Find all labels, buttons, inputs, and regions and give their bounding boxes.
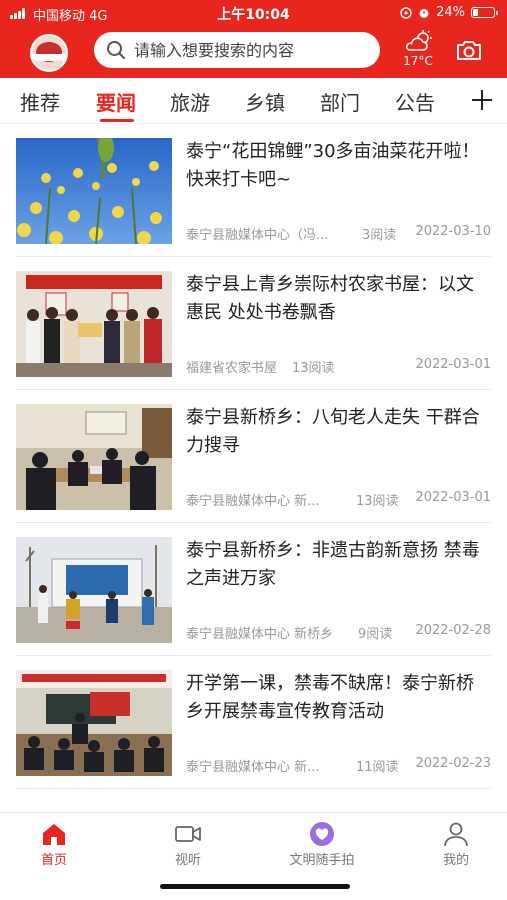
tab-recommended[interactable]: 推荐 (20, 87, 60, 116)
article-date: 2022-03-10 (415, 224, 491, 239)
article-title[interactable]: 泰宁“花田锦鲤”30多亩油菜花开啦！快来打卡吧~ (186, 138, 491, 194)
divider (16, 788, 491, 789)
orientation-lock-icon (400, 6, 412, 19)
search-input[interactable] (134, 40, 374, 60)
nav-home-label: 首页 (40, 853, 67, 868)
battery-icon (471, 7, 498, 18)
article-title[interactable]: 泰宁县上青乡崇际村农家书屋：以文惠民 处处书卷飘香 (186, 271, 491, 327)
nav-snapshot-label: 文明随手拍 (289, 853, 355, 868)
video-camera-icon (175, 826, 201, 842)
weather-widget[interactable]: 17°C (398, 30, 438, 70)
article-reads: 3阅读 (362, 228, 397, 243)
tab-towns[interactable]: 乡镇 (245, 87, 285, 116)
add-tab-icon[interactable] (468, 86, 496, 114)
article-title[interactable]: 泰宁县新桥乡：八旬老人走失 干群合力搜寻 (186, 404, 491, 460)
home-indicator[interactable] (160, 884, 350, 889)
news-item[interactable]: 泰宁“花田锦鲤”30多亩油菜花开啦！快来打卡吧~ 泰宁县融媒体中心（冯... 3… (0, 124, 507, 257)
alarm-icon (419, 8, 429, 18)
heart-hand-icon (310, 822, 334, 846)
article-title[interactable]: 泰宁县新桥乡：非遗古韵新意扬 禁毒之声进万家 (186, 537, 491, 593)
app-logo[interactable] (30, 34, 68, 72)
article-thumbnail (16, 404, 172, 510)
battery-percent: 24% (436, 5, 465, 20)
nav-profile[interactable]: 我的 (406, 821, 506, 868)
news-item[interactable]: 泰宁县新桥乡：八旬老人走失 干群合力搜寻 泰宁县融媒体中心 新... 13阅读 … (0, 390, 507, 523)
nav-snapshot[interactable]: 文明随手拍 (272, 821, 372, 868)
tab-travel[interactable]: 旅游 (170, 87, 210, 116)
article-date: 2022-02-28 (415, 623, 491, 638)
news-item[interactable]: 泰宁县上青乡崇际村农家书屋：以文惠民 处处书卷飘香 福建省农家书屋 13阅读 2… (0, 257, 507, 390)
active-tab-indicator (100, 119, 134, 122)
article-source: 泰宁县融媒体中心 新... (186, 494, 320, 509)
article-source: 福建省农家书屋 (186, 361, 278, 376)
app-header: 中国移动 4G 上午10:04 24% 17°C (0, 0, 507, 78)
article-date: 2022-03-01 (415, 490, 491, 505)
camera-icon[interactable] (455, 38, 483, 62)
article-source: 泰宁县融媒体中心 新桥乡 (186, 627, 334, 642)
search-icon (107, 41, 125, 59)
news-item[interactable]: 泰宁县新桥乡：非遗古韵新意扬 禁毒之声进万家 泰宁县融媒体中心 新桥乡 9阅读 … (0, 523, 507, 656)
article-title[interactable]: 开学第一课，禁毒不缺席！泰宁新桥乡开展禁毒宣传教育活动 (186, 670, 491, 726)
tab-departments[interactable]: 部门 (320, 87, 360, 116)
tab-notices[interactable]: 公告 (395, 87, 435, 116)
user-icon (444, 822, 468, 847)
home-icon (43, 824, 65, 845)
status-bar: 中国移动 4G 上午10:04 24% (0, 0, 507, 26)
article-reads: 11阅读 (356, 760, 399, 775)
article-date: 2022-03-01 (415, 357, 491, 372)
article-thumbnail (16, 537, 172, 643)
category-tabs: 推荐 要闻 旅游 乡镇 部门 公告 (0, 78, 507, 124)
search-bar[interactable] (94, 32, 380, 68)
temperature-label: 17°C (403, 54, 433, 68)
nav-profile-label: 我的 (442, 853, 469, 868)
article-thumbnail (16, 670, 172, 776)
news-item[interactable]: 开学第一课，禁毒不缺席！泰宁新桥乡开展禁毒宣传教育活动 泰宁县融媒体中心 新..… (0, 656, 507, 789)
article-reads: 13阅读 (356, 494, 399, 509)
nav-home[interactable]: 首页 (4, 821, 104, 868)
tab-headlines[interactable]: 要闻 (96, 87, 136, 116)
article-source: 泰宁县融媒体中心（冯... (186, 228, 329, 243)
article-source: 泰宁县融媒体中心 新... (186, 760, 320, 775)
article-reads: 13阅读 (292, 361, 335, 376)
article-thumbnail (16, 138, 172, 244)
article-reads: 9阅读 (358, 627, 393, 642)
article-thumbnail (16, 271, 172, 377)
nav-video-label: 视听 (174, 853, 201, 868)
cloud-sun-icon (405, 30, 432, 51)
nav-video[interactable]: 视听 (138, 821, 238, 868)
article-date: 2022-02-23 (415, 756, 491, 771)
